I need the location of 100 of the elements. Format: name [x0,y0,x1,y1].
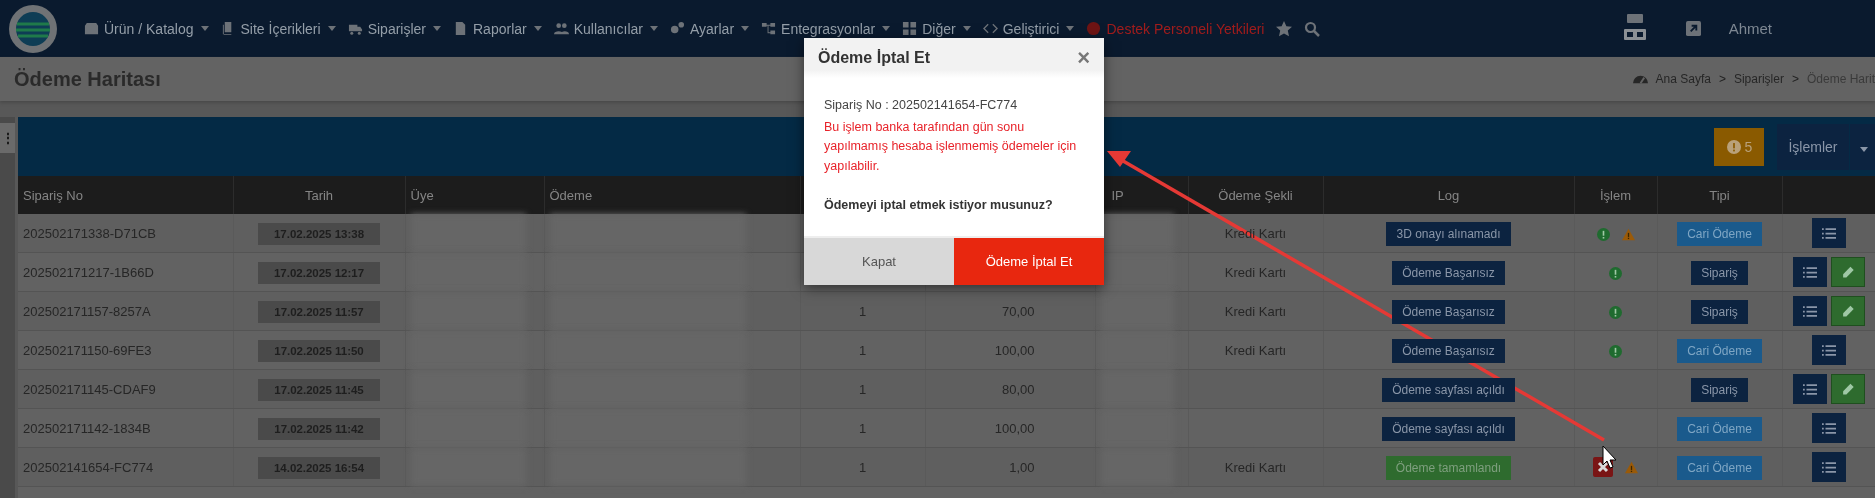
box-icon [84,21,99,36]
nav-menu-item[interactable]: Diğer [902,20,971,37]
alert-badge[interactable]: 5 [1714,127,1765,166]
log-tag: Ödeme Başarısız [1392,299,1505,324]
external-link-icon[interactable] [1685,21,1701,36]
warning-icon [1625,460,1638,474]
details-button[interactable] [1811,413,1846,443]
column-header[interactable]: Log [1437,187,1460,203]
type-tag: Cari Ödeme [1677,455,1762,480]
table-cell: 202502171217-1B66D [23,264,154,280]
cancel-payment-button[interactable]: Ödeme İptal Et [954,238,1104,286]
exclamation-icon [1726,139,1741,154]
exclamation-icon [1609,344,1622,358]
table-cell: Kredi Kartı [1224,303,1287,319]
list-icon [1802,382,1817,396]
breadcrumb-link[interactable]: Ana Sayfa [1655,72,1711,86]
network-icon [761,21,777,36]
nav-menu-item[interactable]: Entegrasyonlar [761,20,891,37]
details-button[interactable] [1811,335,1846,365]
type-tag: Cari Ödeme [1677,338,1762,363]
table-cell: 202502171150-69FE3 [23,342,152,358]
actions-button[interactable]: İşlemler [1777,123,1849,170]
nav-menu-item[interactable]: Siparişler [347,20,441,37]
table-cell: 202502171157-8257A [23,303,151,319]
order-number-text: Sipariş No : 202502141654-FC774 [824,98,1019,112]
column-header[interactable]: Üye [410,187,434,203]
warning-text: Bu işlem banka tarafından gün sonu yapılmamış hesaba işlenmemiş ödemeler için yapılabilir. [824,119,1078,175]
table-cell: 1 [858,459,867,475]
nav-menu-item[interactable]: Ürün / Katalog [84,20,209,37]
edit-button[interactable] [1830,296,1865,326]
pencil-icon [1840,304,1855,318]
question-text: Ödemeyi iptal etmek istiyor musunuz? [824,198,1054,213]
cursor-icon [1602,445,1617,469]
list-icon [1821,226,1836,240]
nav-menu-item[interactable]: Site İçerikleri [220,20,336,37]
details-button[interactable] [1792,296,1827,326]
table-cell: 202502171145-CDAF9 [23,381,156,397]
nav-menu-item[interactable]: Kullanıcılar [553,20,658,37]
exclamation-icon [1609,305,1622,319]
pencil-icon [1840,382,1855,396]
globe-logo[interactable] [8,3,58,54]
table-cell: 1 [858,420,867,436]
details-button[interactable] [1811,452,1846,482]
page-title: Ödeme Haritası [14,67,161,91]
table-cell: 70,00 [1001,303,1035,319]
list-icon [1821,421,1836,435]
breadcrumb-separator: > [1718,72,1726,86]
dialog-title: Ödeme İptal Et [818,49,931,67]
column-header[interactable]: IP [1111,187,1124,203]
details-button[interactable] [1811,218,1846,248]
log-tag: 3D onayı alınamadı [1386,221,1511,246]
details-button[interactable] [1792,257,1827,287]
table-cell: 100,00 [994,342,1035,358]
type-tag: Cari Ödeme [1677,416,1762,441]
code-icon [982,21,998,36]
column-header[interactable]: Sipariş No [23,187,83,203]
breadcrumb-link[interactable]: Siparişler [1733,72,1784,86]
table-cell: 1,00 [1009,459,1035,475]
table-cell: Kredi Kartı [1224,342,1287,358]
table-cell: Kredi Kartı [1224,459,1287,475]
log-tag: Ödeme sayfası açıldı [1382,377,1515,402]
column-header[interactable]: Tarih [304,187,334,203]
pencil-icon [1840,265,1855,279]
alert-count: 5 [1744,138,1753,155]
column-header[interactable]: Tipi [1709,187,1730,203]
table-cell: 80,00 [1001,381,1035,397]
search-icon[interactable] [1304,20,1321,37]
close-button[interactable]: × [1077,47,1090,69]
edit-button[interactable] [1830,257,1865,287]
log-tag: Ödeme tamamlandı [1385,455,1512,480]
table-cell: 1 [858,303,867,319]
table-cell: 100,00 [994,420,1035,436]
type-tag: Cari Ödeme [1677,221,1762,246]
star-icon[interactable] [1276,20,1293,37]
type-tag: Sipariş [1691,260,1748,285]
table-cell: Kredi Kartı [1224,264,1287,280]
breadcrumb-separator: > [1791,72,1799,86]
exclamation-icon [1596,227,1610,241]
close-dialog-button[interactable]: Kapat [804,238,954,286]
table-cell: 202502141654-FC774 [23,459,154,475]
log-tag: Ödeme sayfası açıldı [1382,416,1515,441]
nav-menu-item[interactable]: Raporlar [453,20,542,37]
table-cell: 202502171338-D71CB [23,225,156,241]
nav-menu-item[interactable]: Geliştirici [982,20,1075,37]
list-icon [1821,343,1836,357]
log-tag: Ödeme Başarısız [1392,338,1505,363]
sidebar-toggle[interactable]: ⋮ [0,123,15,153]
type-tag: Sipariş [1691,377,1748,402]
edit-button[interactable] [1830,374,1865,404]
column-header[interactable]: İşlem [1599,187,1632,203]
details-button[interactable] [1792,374,1827,404]
table-cell: 1 [858,342,867,358]
nav-menu-item[interactable]: Ayarlar [669,20,750,37]
list-icon [1802,265,1817,279]
user-name[interactable]: Ahmet [1728,20,1772,37]
users-icon [553,21,569,36]
table-cell: 202502171142-1834B [23,420,151,436]
column-header[interactable]: Ödeme [549,187,593,203]
log-tag: Ödeme Başarısız [1392,260,1505,285]
grid-icon [902,21,918,36]
